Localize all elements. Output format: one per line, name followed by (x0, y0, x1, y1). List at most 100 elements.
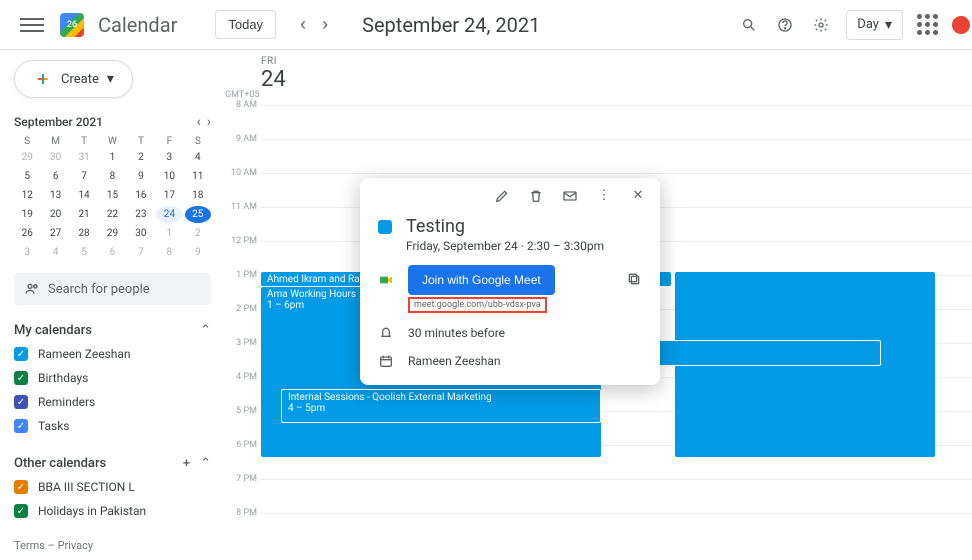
search-icon[interactable] (738, 14, 760, 36)
mini-cal-day[interactable]: 14 (71, 187, 97, 204)
calendar-owner-icon (378, 353, 394, 369)
checkbox-icon[interactable]: ✓ (14, 480, 28, 494)
mini-cal-day[interactable]: 11 (185, 168, 211, 185)
help-icon[interactable] (774, 14, 796, 36)
footer-links[interactable]: Terms – Privacy (14, 539, 93, 552)
next-day-button[interactable]: › (316, 10, 334, 39)
mini-cal-day[interactable]: 21 (71, 206, 97, 223)
add-calendar-icon[interactable]: + (183, 456, 190, 471)
mini-cal-day[interactable]: 2 (185, 225, 211, 242)
calendar-label: Holidays in Pakistan (38, 504, 146, 518)
mini-cal-day[interactable]: 1 (156, 225, 182, 242)
mini-cal-day[interactable]: 25 (185, 206, 211, 223)
other-calendars-toggle[interactable]: Other calendars+⌃ (14, 452, 211, 475)
day-of-week: FRI (261, 56, 286, 67)
mini-cal-day[interactable]: 20 (42, 206, 68, 223)
mini-cal-day[interactable]: 19 (14, 206, 40, 223)
plus-icon (33, 69, 53, 89)
calendar-item[interactable]: ✓ Rameen Zeeshan (14, 342, 211, 366)
account-avatar[interactable] (952, 16, 970, 34)
checkbox-icon[interactable]: ✓ (14, 419, 28, 433)
calendar-item[interactable]: ✓BBA III SECTION L (14, 475, 211, 499)
more-options-icon[interactable]: ⋮ (596, 188, 612, 204)
prev-day-button[interactable]: ‹ (294, 10, 312, 39)
mini-cal-day[interactable]: 9 (128, 168, 154, 185)
event-block[interactable]: Internal Sessions - Qoolish External Mar… (281, 389, 601, 423)
mini-cal-day[interactable]: 29 (99, 225, 125, 242)
search-people-input[interactable]: Search for people (14, 273, 211, 305)
mini-next-month[interactable]: › (207, 114, 211, 130)
mini-cal-day[interactable]: 30 (42, 149, 68, 166)
mini-cal-day[interactable]: 17 (156, 187, 182, 204)
event-title: Testing (406, 216, 465, 237)
checkbox-icon[interactable]: ✓ (14, 347, 28, 361)
menu-icon[interactable] (12, 5, 52, 45)
join-meet-button[interactable]: Join with Google Meet (408, 265, 555, 295)
checkbox-icon[interactable]: ✓ (14, 395, 28, 409)
mini-cal-day[interactable]: 27 (42, 225, 68, 242)
checkbox-icon[interactable]: ✓ (14, 371, 28, 385)
mini-cal-day[interactable]: 7 (128, 244, 154, 261)
calendar-item[interactable]: ✓Birthdays (14, 366, 211, 390)
mini-cal-day[interactable]: 10 (156, 168, 182, 185)
mini-cal-day[interactable]: 9 (185, 244, 211, 261)
mini-cal-day[interactable]: 26 (14, 225, 40, 242)
calendar-item[interactable]: ✓ Holidays in Pakistan (14, 499, 211, 523)
mini-cal-day[interactable]: 8 (156, 244, 182, 261)
mini-cal-day[interactable]: 31 (71, 149, 97, 166)
mini-cal-day[interactable]: 5 (71, 244, 97, 261)
mini-cal-day[interactable]: 3 (156, 149, 182, 166)
timezone-label: GMT+05 (225, 90, 259, 100)
event-popup: ⋮ ✕ Testing Friday, September 24 · 2:30 … (360, 178, 660, 385)
mini-cal-day[interactable]: 22 (99, 206, 125, 223)
mini-cal-day[interactable]: 15 (99, 187, 125, 204)
sidebar: Create ▾ September 2021 ‹› SMTWTFS293031… (0, 50, 225, 560)
mini-cal-day[interactable]: 13 (42, 187, 68, 204)
view-selector[interactable]: Day▾ (846, 10, 903, 40)
mini-cal-day[interactable]: 30 (128, 225, 154, 242)
mini-cal-day[interactable]: 18 (185, 187, 211, 204)
mini-cal-day[interactable]: 28 (71, 225, 97, 242)
mini-prev-month[interactable]: ‹ (197, 114, 201, 130)
header-date: September 24, 2021 (362, 13, 540, 37)
mini-cal-day[interactable]: 1 (99, 149, 125, 166)
calendar-item[interactable]: ✓Tasks (14, 414, 211, 438)
mini-cal-day[interactable]: 7 (71, 168, 97, 185)
mini-cal-day[interactable]: 3 (14, 244, 40, 261)
my-calendars-toggle[interactable]: My calendars⌃ (14, 319, 211, 342)
hour-label: 6 PM (225, 440, 261, 474)
settings-icon[interactable] (810, 14, 832, 36)
app-name: Calendar (98, 13, 177, 37)
hour-label: 2 PM (225, 304, 261, 338)
mini-cal-day[interactable]: 16 (128, 187, 154, 204)
mini-cal-day[interactable]: 4 (42, 244, 68, 261)
mini-cal-day[interactable]: 29 (14, 149, 40, 166)
calendar-logo[interactable]: 26 (60, 13, 84, 37)
apps-icon[interactable] (917, 14, 938, 35)
mini-cal-day[interactable]: 6 (99, 244, 125, 261)
checkbox-icon[interactable]: ✓ (14, 504, 28, 518)
meet-link[interactable]: meet.google.com/ubb-vdsx-pva (408, 297, 547, 313)
calendar-item[interactable]: ✓Reminders (14, 390, 211, 414)
chevron-down-icon: ▾ (107, 71, 114, 87)
mini-cal-day[interactable]: 24 (156, 206, 182, 223)
copy-link-icon[interactable] (626, 271, 642, 290)
mini-cal-day[interactable]: 8 (99, 168, 125, 185)
close-icon[interactable]: ✕ (630, 188, 646, 204)
today-button[interactable]: Today (215, 10, 276, 39)
mini-cal-day[interactable]: 23 (128, 206, 154, 223)
mini-cal-day[interactable]: 2 (128, 149, 154, 166)
delete-icon[interactable] (528, 188, 544, 204)
mini-cal-day[interactable]: 5 (14, 168, 40, 185)
organizer-text: Rameen Zeeshan (408, 354, 501, 368)
hour-label: 4 PM (225, 372, 261, 406)
mini-cal-day[interactable]: 12 (14, 187, 40, 204)
mini-cal-day[interactable]: 6 (42, 168, 68, 185)
email-icon[interactable] (562, 188, 578, 204)
calendar-label: Rameen Zeeshan (38, 347, 131, 361)
hour-label: 8 PM (225, 508, 261, 542)
create-button[interactable]: Create ▾ (14, 60, 133, 98)
event-datetime: Friday, September 24 · 2:30 – 3:30pm (406, 239, 642, 253)
edit-icon[interactable] (494, 188, 510, 204)
mini-cal-day[interactable]: 4 (185, 149, 211, 166)
